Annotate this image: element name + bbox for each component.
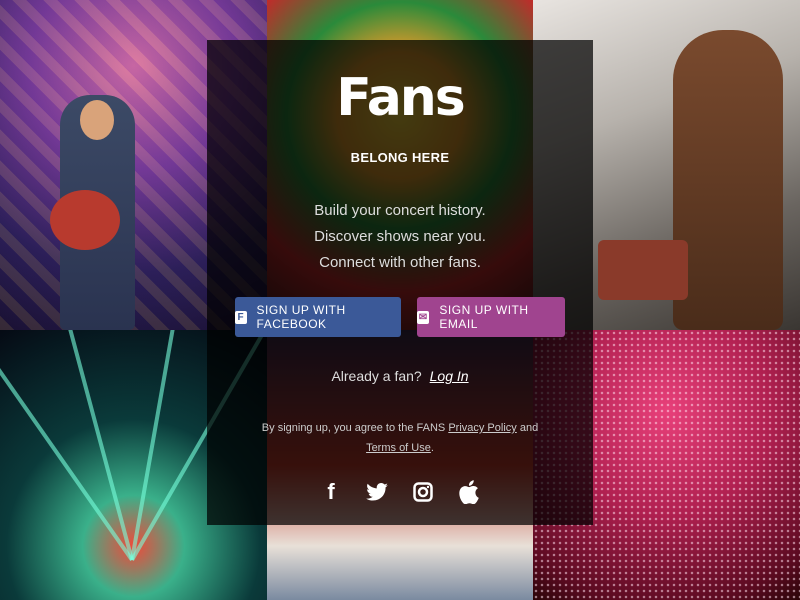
tagline: BELONG HERE (350, 150, 450, 165)
terms-text-before: By signing up, you agree to the FANS (261, 422, 446, 434)
facebook-icon[interactable]: f (319, 479, 343, 504)
signup-facebook-label: SIGN UP WITH FACEBOOK (256, 303, 346, 331)
pitch-text: Build your concert history. Discover sho… (207, 198, 593, 276)
signup-email-label: SIGN UP WITH EMAIL (439, 303, 529, 331)
login-prompt-text: Already a fan? (331, 368, 422, 384)
pitch-line: Build your concert history. (314, 202, 486, 219)
instagram-icon[interactable] (411, 480, 435, 504)
social-links: f (207, 479, 593, 504)
terms-text-and: and (519, 422, 539, 434)
terms-text-after: . (430, 442, 434, 454)
signup-panel: Fans BELONG HERE Build your concert hist… (207, 40, 593, 525)
apple-icon[interactable] (457, 480, 481, 504)
envelope-icon: ✉ (417, 310, 430, 324)
login-prompt: Already a fan? Log In (207, 368, 593, 384)
signup-facebook-button[interactable]: f SIGN UP WITH FACEBOOK (235, 297, 401, 337)
facebook-icon: f (235, 310, 247, 324)
signup-email-button[interactable]: ✉ SIGN UP WITH EMAIL (417, 297, 565, 337)
privacy-policy-link[interactable]: Privacy Policy (448, 422, 516, 434)
fans-logo: Fans (336, 68, 466, 128)
login-link[interactable]: Log In (430, 368, 469, 384)
twitter-icon[interactable] (365, 480, 389, 504)
pitch-line: Discover shows near you. (314, 228, 486, 245)
terms-of-use-link[interactable]: Terms of Use (366, 442, 431, 454)
pitch-line: Connect with other fans. (319, 254, 481, 271)
terms-text: By signing up, you agree to the FANS Pri… (247, 418, 553, 458)
